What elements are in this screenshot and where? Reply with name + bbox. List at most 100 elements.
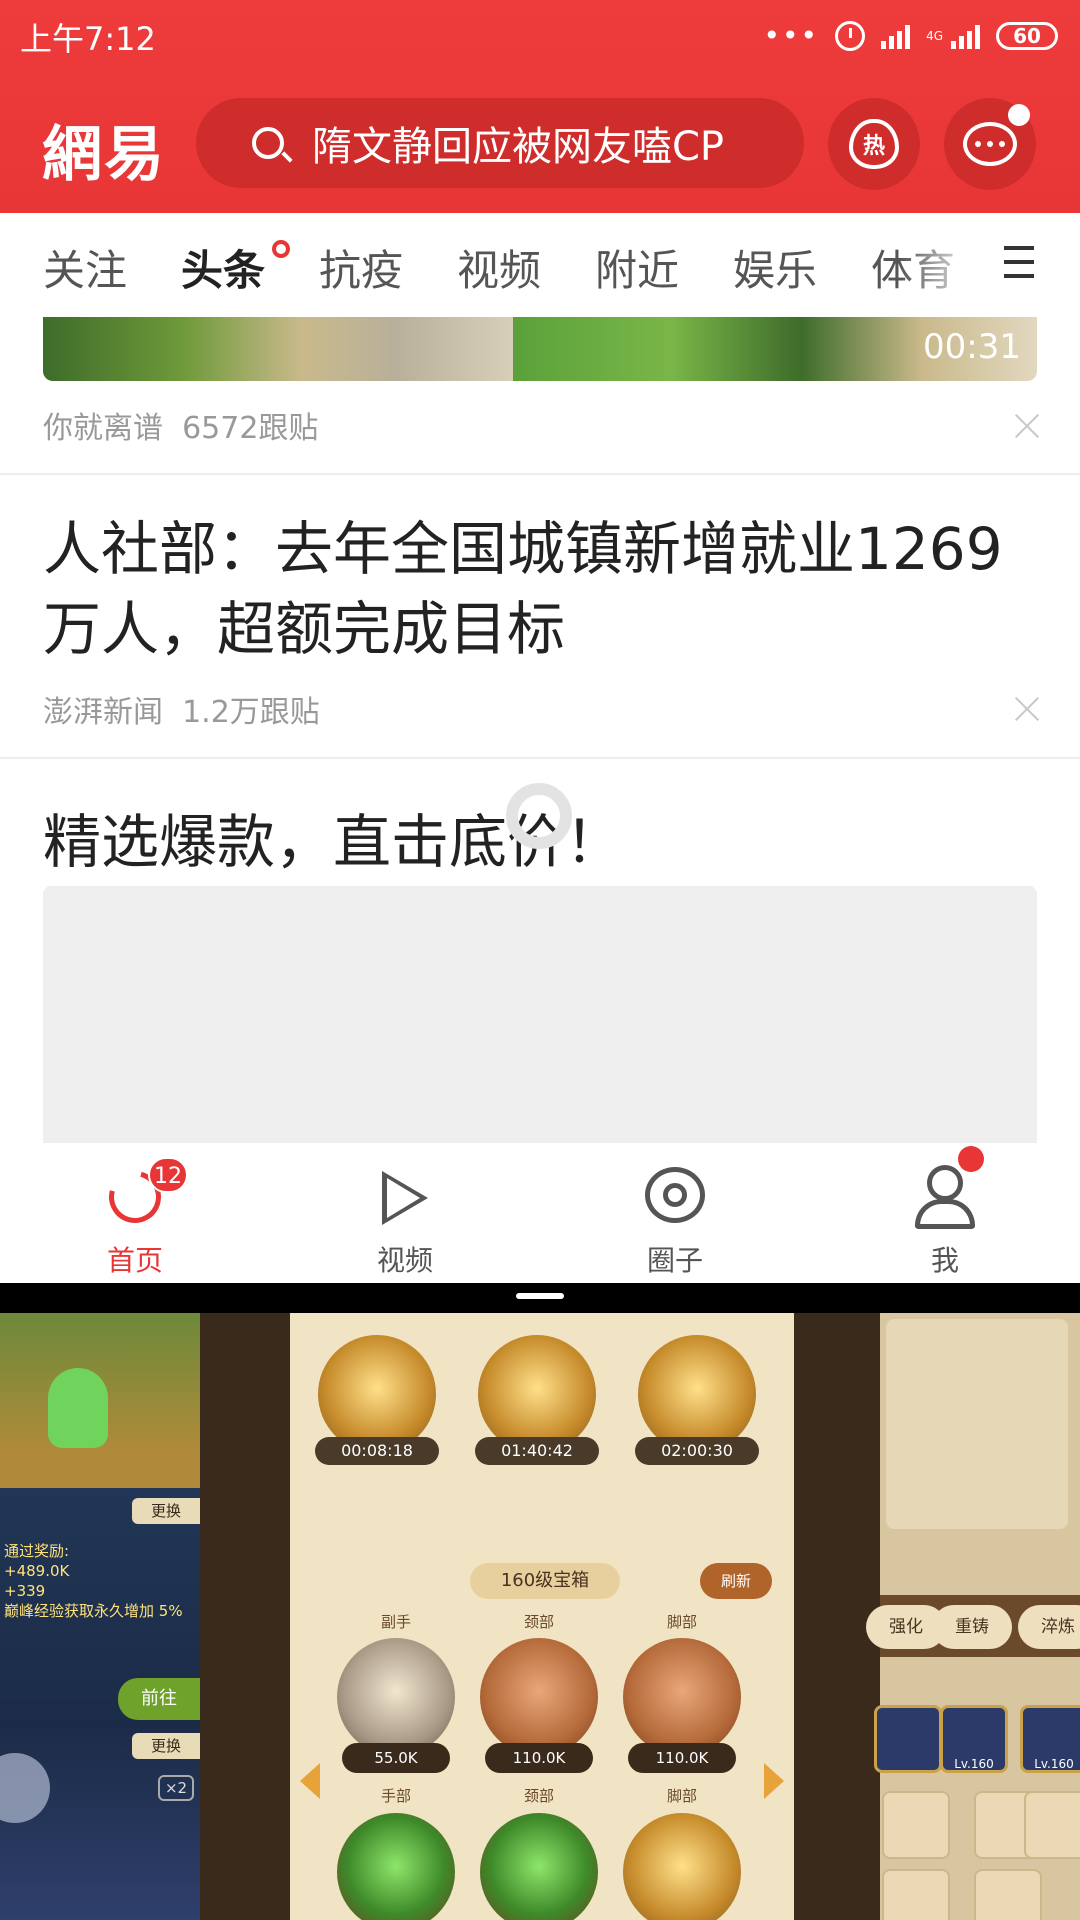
- slot-label: 脚部: [666, 1613, 697, 1631]
- video-thumbnail-image-left: [43, 317, 513, 381]
- inventory-slot[interactable]: [974, 1869, 1042, 1920]
- app-header: 上午7:12 ••• 4G 60 網易 隋文静回应被网友嗑CP 热: [0, 0, 1080, 213]
- chest-timer: 02:00:30: [635, 1437, 759, 1465]
- more-notifications-icon: •••: [763, 19, 820, 52]
- tab-headlines[interactable]: 头条: [181, 237, 265, 298]
- article-meta: 澎湃新闻 1.2万跟贴: [43, 687, 320, 731]
- slot-label: 颈部: [523, 1613, 554, 1631]
- feed-divider: [0, 757, 1080, 759]
- chest-icon[interactable]: [623, 1638, 741, 1756]
- ad-image-placeholder[interactable]: [43, 886, 1037, 1143]
- go-button[interactable]: 前往: [118, 1678, 200, 1720]
- reward-bonus: 巅峰经验获取永久增加 5%: [4, 1602, 183, 1620]
- nav-circle[interactable]: 圈子: [540, 1143, 810, 1283]
- nav-home[interactable]: 12 首页: [0, 1143, 270, 1283]
- home-badge: 12: [148, 1157, 188, 1193]
- user-icon: [927, 1165, 963, 1201]
- tab-epidemic[interactable]: 抗疫: [319, 237, 403, 298]
- network-type: 4G: [926, 29, 943, 43]
- hot-button[interactable]: 热: [828, 98, 920, 190]
- inventory-slot[interactable]: [882, 1791, 950, 1859]
- chest-icon[interactable]: [623, 1813, 741, 1920]
- bottom-navigation: 12 首页 视频 圈子 我: [0, 1143, 1080, 1283]
- green-monster-sprite: [48, 1368, 108, 1448]
- article-title[interactable]: 人社部：去年全国城镇新增就业1269万人，超额完成目标: [43, 509, 1043, 669]
- equipment-card[interactable]: [886, 1319, 1068, 1529]
- message-notification-dot: [1008, 104, 1030, 126]
- chest-icon[interactable]: [337, 1638, 455, 1756]
- dismiss-video-icon[interactable]: [1014, 413, 1040, 439]
- loading-spinner-icon: [506, 783, 572, 849]
- slot-label: 手部: [380, 1787, 411, 1805]
- chest-icon[interactable]: [480, 1638, 598, 1756]
- equipment-item[interactable]: Lv.160: [940, 1705, 1008, 1773]
- reforge-tab[interactable]: 重铸: [932, 1605, 1012, 1649]
- refine-tab[interactable]: 淬炼: [1018, 1605, 1080, 1649]
- slot-label: 副手: [380, 1613, 411, 1631]
- tab-nearby[interactable]: 附近: [595, 237, 679, 298]
- video-comments: 6572跟贴: [182, 411, 319, 446]
- split-drag-handle[interactable]: [516, 1293, 564, 1299]
- refresh-button[interactable]: 刷新: [700, 1563, 772, 1599]
- video-duration: 00:31: [923, 327, 1021, 367]
- status-icons: ••• 4G 60: [764, 18, 1058, 54]
- slot-label: 脚部: [666, 1787, 697, 1805]
- search-bar[interactable]: 隋文静回应被网友嗑CP: [196, 98, 804, 188]
- swap-button[interactable]: 更换: [132, 1498, 200, 1524]
- news-feed: 00:31 你就离谱 6572跟贴 人社部：去年全国城镇新增就业1269万人，超…: [0, 317, 1080, 1143]
- chat-bubble-icon: [963, 122, 1017, 166]
- video-meta: 你就离谱 6572跟贴: [43, 403, 318, 447]
- status-time: 上午7:12: [20, 20, 156, 58]
- slot-label: 颈部: [523, 1787, 554, 1805]
- inventory-slot[interactable]: [1024, 1791, 1080, 1859]
- inventory-slot[interactable]: [882, 1869, 950, 1920]
- circle-community-icon: [645, 1167, 705, 1223]
- channel-menu-icon[interactable]: [1004, 246, 1034, 288]
- feed-divider: [0, 473, 1080, 475]
- chest-icon[interactable]: [638, 1335, 756, 1453]
- reward-gold: +489.0K: [4, 1562, 70, 1580]
- nav-video-label: 视频: [376, 1244, 433, 1277]
- tab-video[interactable]: 视频: [457, 237, 541, 298]
- nav-home-label: 首页: [106, 1244, 163, 1277]
- chest-icon[interactable]: [480, 1813, 598, 1920]
- signal-icon: [881, 23, 911, 49]
- article-source: 澎湃新闻: [43, 695, 163, 730]
- reward-gem: +339: [4, 1582, 46, 1600]
- tab-new-dot: [272, 240, 290, 258]
- tab-entertainment[interactable]: 娱乐: [733, 237, 817, 298]
- alarm-icon: [835, 21, 866, 51]
- tab-follow[interactable]: 关注: [43, 237, 127, 298]
- nav-circle-label: 圈子: [646, 1244, 703, 1277]
- nav-video[interactable]: 视频: [270, 1143, 540, 1283]
- chest-timer: 00:08:18: [315, 1437, 439, 1465]
- nav-me-label: 我: [930, 1244, 959, 1277]
- chest-icon[interactable]: [478, 1335, 596, 1453]
- search-placeholder: 隋文静回应被网友嗑CP: [312, 124, 725, 170]
- hot-flame-icon: 热: [849, 119, 899, 169]
- next-arrow-icon[interactable]: [764, 1763, 784, 1799]
- battery-icon: 60: [996, 22, 1058, 50]
- message-button[interactable]: [944, 98, 1036, 190]
- equipment-item[interactable]: [874, 1705, 942, 1773]
- reward-info: 通过奖励: +489.0K +339 巅峰经验获取永久增加 5%: [4, 1541, 183, 1621]
- app-logo: 網易: [42, 120, 166, 190]
- video-thumbnail[interactable]: 00:31: [43, 317, 1037, 381]
- speed-multiplier[interactable]: ×2: [158, 1775, 194, 1801]
- reward-title: 通过奖励:: [4, 1542, 70, 1560]
- article-comments: 1.2万跟贴: [182, 695, 320, 730]
- status-bar: 上午7:12 ••• 4G 60: [0, 0, 1080, 70]
- equipment-item[interactable]: Lv.160: [1020, 1705, 1080, 1773]
- video-source: 你就离谱: [43, 411, 163, 446]
- nav-me[interactable]: 我: [810, 1143, 1080, 1283]
- chest-icon[interactable]: [318, 1335, 436, 1453]
- me-notification-dot: [958, 1146, 984, 1172]
- chest-level-ribbon: 160级宝箱: [470, 1563, 620, 1599]
- chest-icon[interactable]: [337, 1813, 455, 1920]
- swap-button[interactable]: 更换: [132, 1733, 200, 1759]
- game-window[interactable]: 更换 通过奖励: +489.0K +339 巅峰经验获取永久增加 5% 前往 更…: [0, 1313, 1080, 1920]
- chest-timer: 01:40:42: [475, 1437, 599, 1465]
- chest-price: 110.0K: [485, 1743, 593, 1773]
- prev-arrow-icon[interactable]: [300, 1763, 320, 1799]
- dismiss-article-icon[interactable]: [1014, 696, 1040, 722]
